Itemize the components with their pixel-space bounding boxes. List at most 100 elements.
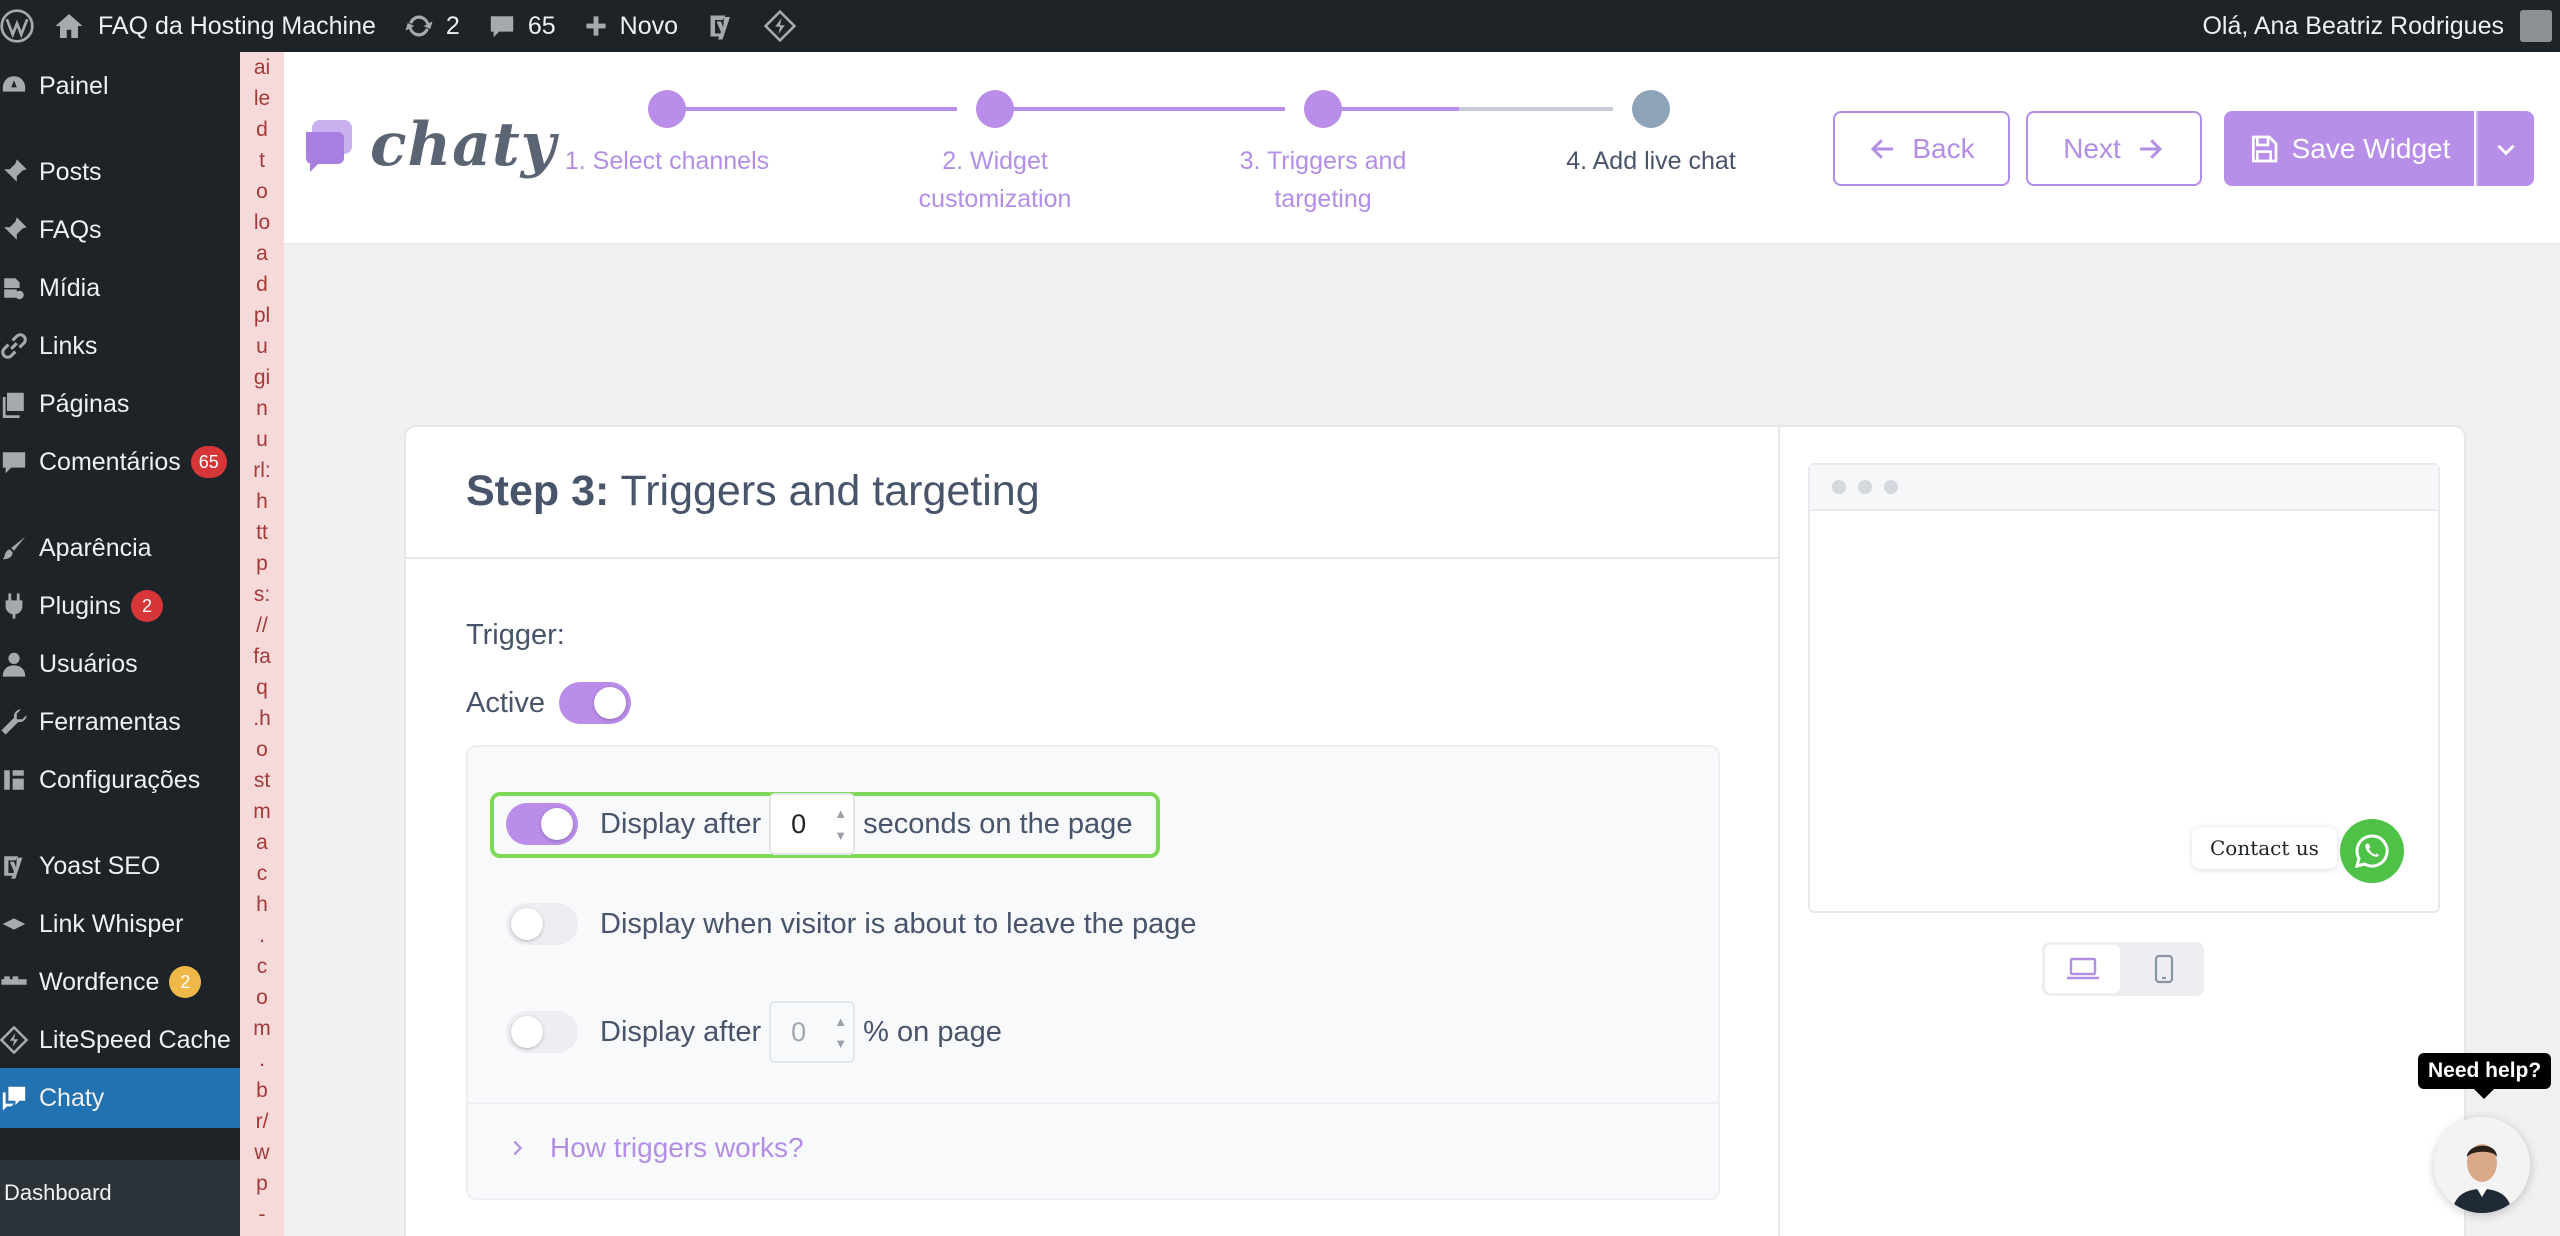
sidebar-item-links[interactable]: Links <box>0 316 240 376</box>
page-title: Step 3: Triggers and targeting <box>466 467 1040 516</box>
step-2-label[interactable]: 2. Widget customization <box>845 142 1145 218</box>
sidebar-item-p-ginas[interactable]: Páginas <box>0 374 240 434</box>
url-fragment: r/ <box>255 1110 269 1133</box>
step-1-dot[interactable] <box>648 90 686 128</box>
next-button[interactable]: Next <box>2026 111 2202 186</box>
settings-panel: Step 3: Triggers and targeting Trigger: … <box>406 427 1780 1236</box>
sidebar-item-configura-es[interactable]: Configurações <box>0 750 240 810</box>
widget-preview: Contact us <box>1808 463 2440 913</box>
sidebar-item-litespeed-cache[interactable]: LiteSpeed Cache <box>0 1010 240 1070</box>
step-2-dot[interactable] <box>976 90 1014 128</box>
sidebar-item-link-whisper[interactable]: Link Whisper <box>0 894 240 954</box>
time-trigger-suffix: seconds on the page <box>863 807 1133 840</box>
save-icon <box>2251 135 2277 162</box>
sidebar-item-usu-rios[interactable]: Usuários <box>0 634 240 694</box>
time-trigger-toggle[interactable] <box>506 803 578 845</box>
my-account-link[interactable]: Olá, Ana Beatriz Rodrigues <box>2188 0 2560 52</box>
pages-icon <box>0 390 36 418</box>
url-fragment: // <box>256 614 268 637</box>
count-badge: 2 <box>169 966 202 998</box>
url-fragment: gi <box>253 366 271 389</box>
step-3-text-line1: 3. Triggers and <box>1239 147 1407 175</box>
url-fragment: p <box>256 552 268 575</box>
help-avatar[interactable] <box>2434 1117 2530 1213</box>
submenu-item-dashboard[interactable]: Dashboard <box>0 1160 240 1236</box>
time-trigger-prefix: Display after <box>600 807 762 840</box>
sidebar-item-yoast-seo[interactable]: Yoast SEO <box>0 836 240 896</box>
admin-bar: FAQ da Hosting Machine 2 65 Novo Olá, An… <box>0 0 2560 52</box>
title-text: Triggers and targeting <box>609 467 1040 515</box>
link-icon <box>0 332 36 360</box>
url-fragment: a <box>256 831 268 854</box>
need-help-tooltip: Need help? <box>2418 1053 2552 1099</box>
sidebar-item-chaty[interactable]: Chaty <box>0 1068 240 1128</box>
yoast-icon <box>0 852 36 880</box>
save-widget-button[interactable]: Save Widget <box>2224 111 2474 186</box>
sidebar-item-wordfence[interactable]: Wordfence 2 <box>0 952 240 1012</box>
count-badge: 2 <box>131 590 163 622</box>
new-content-link[interactable]: Novo <box>570 0 692 52</box>
pin-icon <box>0 158 36 186</box>
step-line-3b <box>1459 107 1613 111</box>
laptop-icon <box>2066 957 2099 980</box>
chaty-header: chaty 1. Select channels 2. Widget custo… <box>284 52 2560 245</box>
mobile-icon <box>2154 954 2173 984</box>
pin-icon <box>0 216 36 244</box>
plugin-icon <box>0 592 36 620</box>
active-toggle[interactable] <box>558 682 631 724</box>
sidebar-item-label: Yoast SEO <box>39 851 161 880</box>
step-4-label[interactable]: 4. Add live chat <box>1501 142 1801 180</box>
yoast-adminbar-icon[interactable] <box>692 0 750 52</box>
sidebar-item-faqs[interactable]: FAQs <box>0 200 240 260</box>
seconds-input[interactable]: 0 ▲ ▼ <box>769 793 856 855</box>
mobile-preview-button[interactable] <box>2123 942 2204 996</box>
litespeed-icon <box>0 1026 36 1054</box>
sidebar-item-m-dia[interactable]: Mídia <box>0 258 240 318</box>
sidebar-item-coment-rios[interactable]: Comentários 65 <box>0 432 240 492</box>
sidebar-item-label: FAQs <box>39 215 102 244</box>
sidebar-item-posts[interactable]: Posts <box>0 142 240 202</box>
back-button[interactable]: Back <box>1833 111 2010 186</box>
litespeed-adminbar-icon[interactable] <box>750 0 810 52</box>
site-name-link[interactable]: FAQ da Hosting Machine <box>40 0 390 52</box>
home-icon <box>55 14 83 38</box>
whatsapp-icon[interactable] <box>2340 819 2404 883</box>
save-options-dropdown[interactable] <box>2476 111 2534 186</box>
url-fragment: . <box>259 924 265 947</box>
stepper-arrows-icon[interactable]: ▲ ▼ <box>834 803 847 847</box>
sidebar-item-label: Posts <box>39 157 102 186</box>
url-fragment: pl <box>253 304 271 327</box>
scroll-percent-input[interactable]: 0 ▲ ▼ <box>769 1001 856 1063</box>
step-4-dot[interactable] <box>1632 90 1670 128</box>
refresh-icon <box>405 15 433 37</box>
sidebar-item-plugins[interactable]: Plugins 2 <box>0 576 240 636</box>
comments-count: 65 <box>527 11 556 40</box>
url-fragment: s: <box>253 583 271 606</box>
sidebar-item-painel[interactable]: Painel <box>0 56 240 116</box>
sidebar-item-label: Ferramentas <box>39 707 181 736</box>
wordpress-logo-icon[interactable] <box>0 0 40 52</box>
url-fragment: .h <box>253 707 271 730</box>
scroll-trigger-toggle[interactable] <box>506 1011 578 1053</box>
stepper: 1. Select channels 2. Widget customizati… <box>284 52 2560 245</box>
url-fragment: n <box>256 397 268 420</box>
how-triggers-link[interactable]: How triggers works? <box>506 1132 804 1164</box>
sidebar-item-ferramentas[interactable]: Ferramentas <box>0 692 240 752</box>
step-3-dot[interactable] <box>1304 90 1342 128</box>
desktop-preview-button[interactable] <box>2045 945 2120 993</box>
step-1-label[interactable]: 1. Select channels <box>517 142 817 180</box>
avatar[interactable] <box>2520 10 2552 42</box>
step-3-label[interactable]: 3. Triggers and targeting <box>1173 142 1473 218</box>
stepper-arrows-icon[interactable]: ▲ ▼ <box>834 1011 847 1055</box>
url-fragment: o <box>256 738 268 761</box>
exit-intent-toggle[interactable] <box>506 903 578 945</box>
updates-link[interactable]: 2 <box>390 0 474 52</box>
divider <box>468 1102 1718 1104</box>
url-fragment: u <box>256 428 268 451</box>
comments-link[interactable]: 65 <box>474 0 570 52</box>
updates-count: 2 <box>445 11 460 40</box>
arrow-right-icon <box>2139 138 2162 159</box>
step-3-text-line2: targeting <box>1274 185 1372 213</box>
site-name: FAQ da Hosting Machine <box>98 11 376 40</box>
sidebar-item-apar-ncia[interactable]: Aparência <box>0 518 240 578</box>
